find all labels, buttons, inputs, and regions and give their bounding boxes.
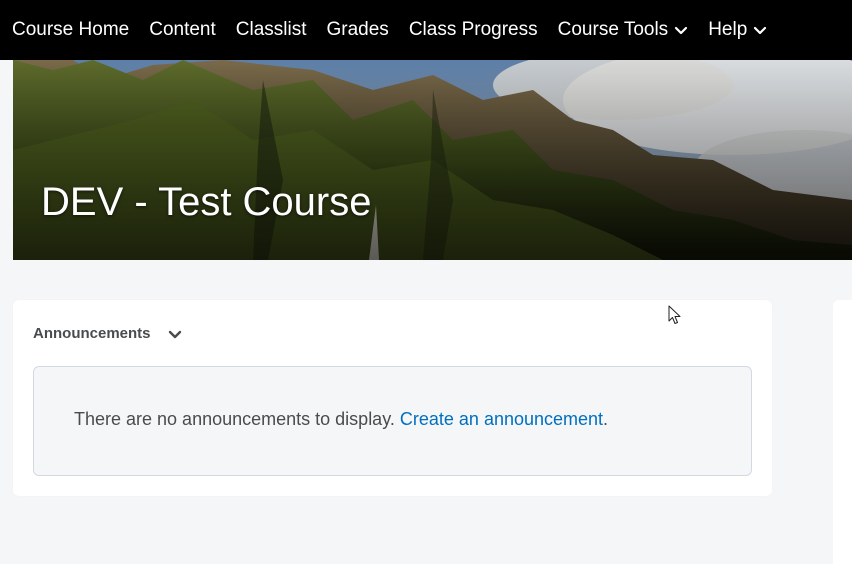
empty-state-text: There are no announcements to display. C…	[74, 409, 608, 430]
nav-item-label: Course Tools	[557, 19, 669, 40]
course-title: DEV - Test Course	[41, 180, 372, 224]
course-banner: DEV - Test Course	[13, 60, 852, 260]
announcements-header[interactable]: Announcements	[33, 325, 183, 342]
chevron-down-icon	[675, 26, 688, 35]
announcements-title: Announcements	[33, 325, 151, 342]
announcements-widget: Announcements There are no announcements…	[13, 300, 772, 496]
empty-trailing-period: .	[603, 409, 609, 429]
mouse-pointer-icon	[668, 305, 681, 324]
nav-item-label: Class Progress	[408, 19, 538, 40]
chevron-down-icon[interactable]	[167, 326, 183, 342]
chevron-down-icon	[754, 26, 767, 35]
nav-item-course-home[interactable]: Course Home	[12, 19, 129, 41]
nav-item-label: Classlist	[235, 19, 307, 40]
course-navbar: Course Home Content Classlist Grades Cla…	[0, 0, 852, 60]
nav-item-label: Grades	[326, 19, 389, 40]
nav-item-help[interactable]: Help	[708, 19, 767, 41]
nav-item-class-progress[interactable]: Class Progress	[409, 19, 538, 41]
nav-item-classlist[interactable]: Classlist	[236, 19, 307, 41]
nav-item-label: Content	[149, 19, 216, 40]
side-widget	[833, 300, 852, 564]
nav-item-label: Course Home	[12, 19, 130, 40]
create-announcement-link[interactable]: Create an announcement	[400, 409, 603, 429]
announcements-empty-state: There are no announcements to display. C…	[33, 366, 752, 476]
nav-item-course-tools[interactable]: Course Tools	[558, 19, 689, 41]
nav-item-label: Help	[708, 19, 748, 40]
nav-item-grades[interactable]: Grades	[327, 19, 389, 41]
nav-item-content[interactable]: Content	[149, 19, 216, 41]
banner-landscape-image	[13, 60, 852, 260]
empty-message: There are no announcements to display.	[74, 409, 395, 429]
